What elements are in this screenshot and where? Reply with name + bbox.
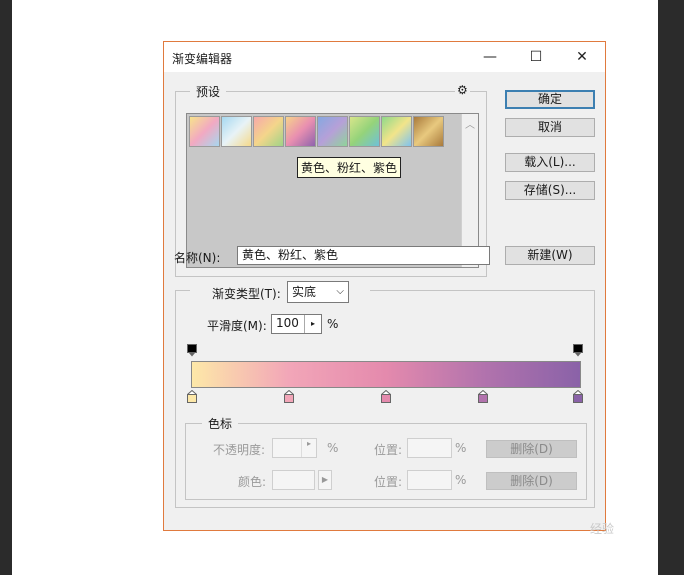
color-stop-1[interactable] (187, 390, 197, 403)
color-stops-legend: 色标 (202, 415, 239, 432)
preset-swatch-3[interactable] (253, 116, 284, 147)
preset-swatch-6[interactable] (349, 116, 380, 147)
preset-swatch-7[interactable] (381, 116, 412, 147)
color-arrow-icon[interactable]: ▶ (318, 470, 332, 490)
title-bar[interactable]: 渐变编辑器 — ☐ ✕ (164, 42, 605, 72)
preset-swatch-8[interactable] (413, 116, 444, 147)
ok-button[interactable]: 确定 (505, 90, 595, 109)
delete-opacity-stop-button[interactable]: 删除(D) (486, 440, 577, 458)
opacity-position-input[interactable] (407, 438, 452, 458)
gradient-preview-bar[interactable] (191, 361, 581, 388)
gradient-type-value: 实底 (292, 285, 317, 299)
close-icon: ✕ (576, 49, 588, 65)
gradient-editor-dialog: 渐变编辑器 — ☐ ✕ 预设 ⚙ ︿ ﹀ 黄色、粉红、紫色 确定 取消 载入(L… (163, 41, 606, 531)
delete-color-stop-button[interactable]: 删除(D) (486, 472, 577, 490)
cancel-button[interactable]: 取消 (505, 118, 595, 137)
opacity-label: 不透明度: (213, 443, 266, 457)
preset-swatch-1[interactable] (189, 116, 220, 147)
color-position-unit: % (455, 473, 467, 487)
gradient-type-select[interactable]: 实底 ⌵ (287, 281, 349, 303)
background-panel-right (658, 0, 684, 575)
opacity-arrow-icon[interactable]: ▸ (301, 439, 316, 457)
maximize-button[interactable]: ☐ (513, 42, 559, 72)
color-stop-5[interactable] (573, 390, 583, 403)
opacity-stop-left[interactable] (187, 344, 197, 357)
smoothness-value: 100 (276, 316, 299, 330)
background-panel-left (0, 0, 12, 575)
color-label: 颜色: (238, 475, 267, 489)
opacity-unit: % (327, 441, 339, 455)
chevron-down-icon: ⌵ (336, 286, 344, 297)
preset-swatches: ︿ ﹀ 黄色、粉红、紫色 (186, 113, 479, 268)
scroll-up-icon[interactable]: ︿ (465, 116, 475, 131)
gradient-type-row: 渐变类型(T): 实底 ⌵ (190, 281, 370, 305)
gradient-type-label: 渐变类型(T): (212, 287, 281, 301)
name-label: 名称(N): (174, 251, 221, 265)
opacity-position-unit: % (455, 441, 467, 455)
color-stop-3[interactable] (381, 390, 391, 403)
smoothness-unit: % (327, 317, 339, 331)
preset-swatch-4[interactable] (285, 116, 316, 147)
smoothness-arrow-icon[interactable]: ▸ (304, 315, 321, 333)
color-stop-4[interactable] (478, 390, 488, 403)
preset-tooltip: 黄色、粉红、紫色 (297, 157, 402, 178)
color-swatch-input[interactable] (272, 470, 315, 490)
save-button[interactable]: 存储(S)... (505, 181, 595, 200)
close-button[interactable]: ✕ (559, 42, 605, 72)
opacity-stop-right[interactable] (573, 344, 583, 357)
minimize-button[interactable]: — (467, 42, 513, 72)
window-title: 渐变编辑器 (172, 52, 233, 66)
color-stops-group: 色标 不透明度: ▸ % 位置: % 删除(D) 颜色: ▶ 位置: % 删除(… (185, 415, 587, 500)
watermark: 经验 (590, 522, 615, 536)
load-button[interactable]: 载入(L)... (505, 153, 595, 172)
name-input[interactable]: 黄色、粉红、紫色 (237, 246, 490, 265)
smoothness-input[interactable]: 100 ▸ (271, 314, 322, 334)
new-button[interactable]: 新建(W) (505, 246, 595, 265)
preset-swatch-2[interactable] (221, 116, 252, 147)
smoothness-label: 平滑度(M): (207, 319, 267, 333)
presets-legend: 预设 (190, 83, 227, 100)
maximize-icon: ☐ (529, 49, 543, 65)
gear-icon[interactable]: ⚙ (455, 83, 470, 97)
color-position-label: 位置: (374, 475, 403, 489)
color-position-input[interactable] (407, 470, 452, 490)
preset-swatch-5[interactable] (317, 116, 348, 147)
minimize-icon: — (483, 49, 497, 65)
opacity-position-label: 位置: (374, 443, 403, 457)
preset-scrollbar[interactable]: ︿ ﹀ (461, 114, 478, 267)
color-stop-2[interactable] (284, 390, 294, 403)
opacity-input[interactable]: ▸ (272, 438, 317, 458)
